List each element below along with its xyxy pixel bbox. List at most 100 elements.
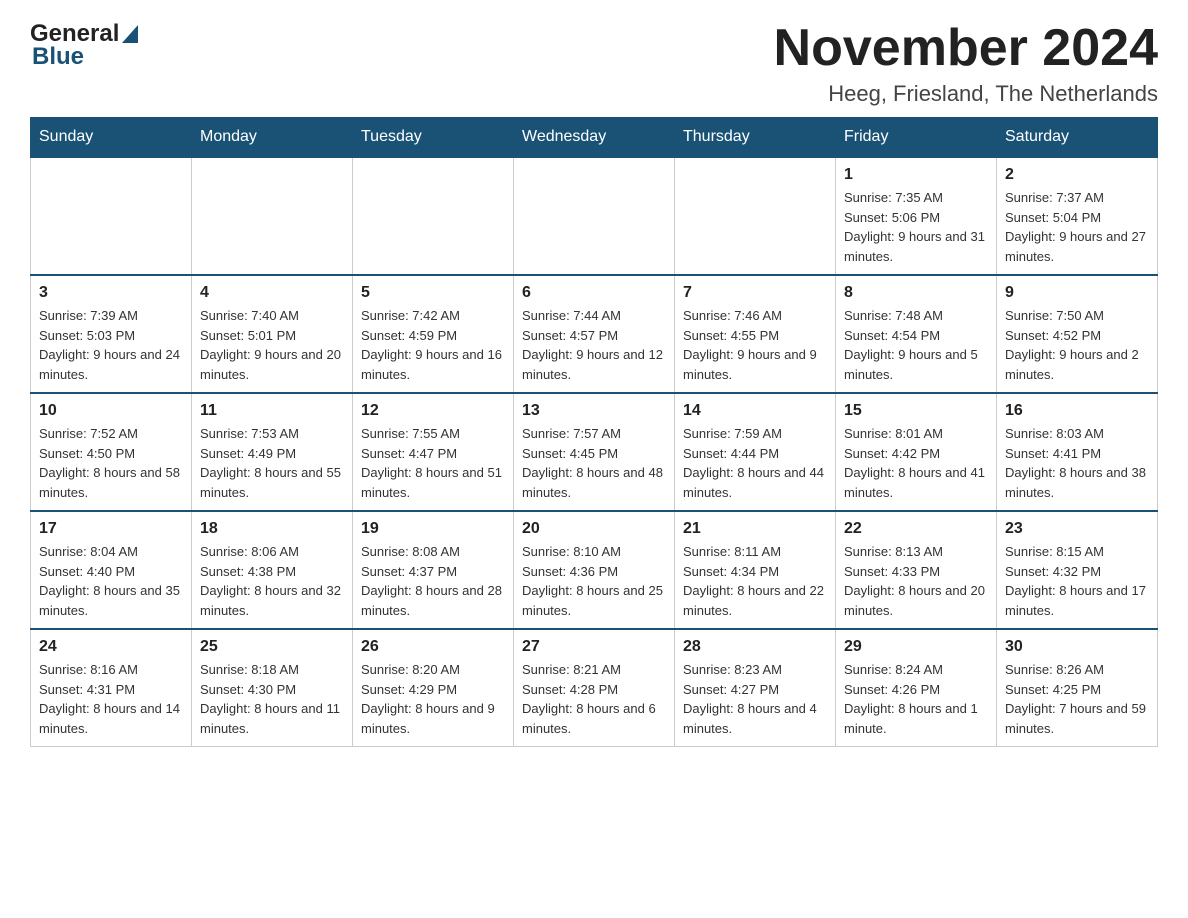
day-info: Sunrise: 7:46 AM Sunset: 4:55 PM Dayligh…: [683, 306, 827, 384]
calendar-week-row: 10 Sunrise: 7:52 AM Sunset: 4:50 PM Dayli…: [31, 393, 1158, 511]
col-saturday: Saturday: [997, 118, 1158, 158]
day-number: 17: [39, 520, 183, 538]
day-info: Sunrise: 8:26 AM Sunset: 4:25 PM Dayligh…: [1005, 660, 1149, 738]
day-info: Sunrise: 8:11 AM Sunset: 4:34 PM Dayligh…: [683, 542, 827, 620]
day-number: 6: [522, 284, 666, 302]
table-row: 19 Sunrise: 8:08 AM Sunset: 4:37 PM Dayli…: [353, 511, 514, 629]
table-row: 21 Sunrise: 8:11 AM Sunset: 4:34 PM Dayli…: [675, 511, 836, 629]
day-info: Sunrise: 7:42 AM Sunset: 4:59 PM Dayligh…: [361, 306, 505, 384]
day-number: 28: [683, 638, 827, 656]
table-row: 24 Sunrise: 8:16 AM Sunset: 4:31 PM Dayli…: [31, 629, 192, 747]
day-info: Sunrise: 8:20 AM Sunset: 4:29 PM Dayligh…: [361, 660, 505, 738]
table-row: 30 Sunrise: 8:26 AM Sunset: 4:25 PM Dayli…: [997, 629, 1158, 747]
day-info: Sunrise: 7:52 AM Sunset: 4:50 PM Dayligh…: [39, 424, 183, 502]
table-row: 13 Sunrise: 7:57 AM Sunset: 4:45 PM Dayli…: [514, 393, 675, 511]
calendar-week-row: 17Sunrise: 8:04 AM Sunset: 4:40 PM Dayli…: [31, 511, 1158, 629]
day-number: 14: [683, 402, 827, 420]
day-number: 1: [844, 166, 988, 184]
day-info: Sunrise: 8:18 AM Sunset: 4:30 PM Dayligh…: [200, 660, 344, 738]
table-row: 23 Sunrise: 8:15 AM Sunset: 4:32 PM Dayli…: [997, 511, 1158, 629]
table-row: 14 Sunrise: 7:59 AM Sunset: 4:44 PM Dayli…: [675, 393, 836, 511]
day-info: Sunrise: 7:48 AM Sunset: 4:54 PM Dayligh…: [844, 306, 988, 384]
day-number: 27: [522, 638, 666, 656]
table-row: 1 Sunrise: 7:35 AM Sunset: 5:06 PM Daylig…: [836, 157, 997, 275]
table-row: 5 Sunrise: 7:42 AM Sunset: 4:59 PM Daylig…: [353, 275, 514, 393]
day-number: 3: [39, 284, 183, 302]
location-subtitle: Heeg, Friesland, The Netherlands: [774, 81, 1158, 107]
day-number: 24: [39, 638, 183, 656]
month-title: November 2024: [774, 20, 1158, 77]
day-info: Sunrise: 8:13 AM Sunset: 4:33 PM Dayligh…: [844, 542, 988, 620]
day-info: Sunrise: 8:10 AM Sunset: 4:36 PM Dayligh…: [522, 542, 666, 620]
table-row: 11 Sunrise: 7:53 AM Sunset: 4:49 PM Dayli…: [192, 393, 353, 511]
calendar-week-row: 3Sunrise: 7:39 AM Sunset: 5:03 PM Daylig…: [31, 275, 1158, 393]
table-row: 12Sunrise: 7:55 AM Sunset: 4:47 PM Dayli…: [353, 393, 514, 511]
table-row: 27 Sunrise: 8:21 AM Sunset: 4:28 PM Dayli…: [514, 629, 675, 747]
table-row: 8Sunrise: 7:48 AM Sunset: 4:54 PM Daylig…: [836, 275, 997, 393]
col-monday: Monday: [192, 118, 353, 158]
day-number: 16: [1005, 402, 1149, 420]
day-number: 5: [361, 284, 505, 302]
day-info: Sunrise: 7:50 AM Sunset: 4:52 PM Dayligh…: [1005, 306, 1149, 384]
table-row: [675, 157, 836, 275]
day-number: 30: [1005, 638, 1149, 656]
day-number: 13: [522, 402, 666, 420]
table-row: 28 Sunrise: 8:23 AM Sunset: 4:27 PM Dayli…: [675, 629, 836, 747]
logo-arrow-icon: [122, 25, 138, 43]
day-number: 18: [200, 520, 344, 538]
col-thursday: Thursday: [675, 118, 836, 158]
day-number: 23: [1005, 520, 1149, 538]
day-info: Sunrise: 8:03 AM Sunset: 4:41 PM Dayligh…: [1005, 424, 1149, 502]
day-number: 9: [1005, 284, 1149, 302]
table-row: 7Sunrise: 7:46 AM Sunset: 4:55 PM Daylig…: [675, 275, 836, 393]
table-row: 16 Sunrise: 8:03 AM Sunset: 4:41 PM Dayli…: [997, 393, 1158, 511]
table-row: 4Sunrise: 7:40 AM Sunset: 5:01 PM Daylig…: [192, 275, 353, 393]
title-section: November 2024 Heeg, Friesland, The Nethe…: [774, 20, 1158, 107]
table-row: [192, 157, 353, 275]
day-number: 15: [844, 402, 988, 420]
day-number: 11: [200, 402, 344, 420]
day-info: Sunrise: 8:15 AM Sunset: 4:32 PM Dayligh…: [1005, 542, 1149, 620]
calendar-header-row: Sunday Monday Tuesday Wednesday Thursday…: [31, 118, 1158, 158]
day-number: 4: [200, 284, 344, 302]
day-number: 26: [361, 638, 505, 656]
table-row: 2Sunrise: 7:37 AM Sunset: 5:04 PM Daylig…: [997, 157, 1158, 275]
day-info: Sunrise: 8:08 AM Sunset: 4:37 PM Dayligh…: [361, 542, 505, 620]
col-friday: Friday: [836, 118, 997, 158]
day-number: 20: [522, 520, 666, 538]
table-row: 29Sunrise: 8:24 AM Sunset: 4:26 PM Dayli…: [836, 629, 997, 747]
table-row: 17Sunrise: 8:04 AM Sunset: 4:40 PM Dayli…: [31, 511, 192, 629]
day-info: Sunrise: 7:59 AM Sunset: 4:44 PM Dayligh…: [683, 424, 827, 502]
day-info: Sunrise: 7:57 AM Sunset: 4:45 PM Dayligh…: [522, 424, 666, 502]
table-row: 25 Sunrise: 8:18 AM Sunset: 4:30 PM Dayli…: [192, 629, 353, 747]
day-number: 21: [683, 520, 827, 538]
day-info: Sunrise: 7:35 AM Sunset: 5:06 PM Dayligh…: [844, 188, 988, 266]
day-number: 22: [844, 520, 988, 538]
table-row: 10 Sunrise: 7:52 AM Sunset: 4:50 PM Dayli…: [31, 393, 192, 511]
calendar-week-row: 1 Sunrise: 7:35 AM Sunset: 5:06 PM Daylig…: [31, 157, 1158, 275]
day-number: 29: [844, 638, 988, 656]
day-info: Sunrise: 8:06 AM Sunset: 4:38 PM Dayligh…: [200, 542, 344, 620]
table-row: 18 Sunrise: 8:06 AM Sunset: 4:38 PM Dayli…: [192, 511, 353, 629]
calendar-table: Sunday Monday Tuesday Wednesday Thursday…: [30, 117, 1158, 747]
logo-blue: Blue: [32, 43, 139, 71]
table-row: [353, 157, 514, 275]
day-number: 19: [361, 520, 505, 538]
day-info: Sunrise: 8:21 AM Sunset: 4:28 PM Dayligh…: [522, 660, 666, 738]
calendar-week-row: 24 Sunrise: 8:16 AM Sunset: 4:31 PM Dayli…: [31, 629, 1158, 747]
table-row: 26 Sunrise: 8:20 AM Sunset: 4:29 PM Dayli…: [353, 629, 514, 747]
day-info: Sunrise: 7:53 AM Sunset: 4:49 PM Dayligh…: [200, 424, 344, 502]
table-row: 22 Sunrise: 8:13 AM Sunset: 4:33 PM Dayli…: [836, 511, 997, 629]
table-row: 9 Sunrise: 7:50 AM Sunset: 4:52 PM Daylig…: [997, 275, 1158, 393]
day-number: 25: [200, 638, 344, 656]
table-row: 20 Sunrise: 8:10 AM Sunset: 4:36 PM Dayli…: [514, 511, 675, 629]
day-info: Sunrise: 8:16 AM Sunset: 4:31 PM Dayligh…: [39, 660, 183, 738]
col-sunday: Sunday: [31, 118, 192, 158]
table-row: 6Sunrise: 7:44 AM Sunset: 4:57 PM Daylig…: [514, 275, 675, 393]
day-number: 10: [39, 402, 183, 420]
day-info: Sunrise: 8:01 AM Sunset: 4:42 PM Dayligh…: [844, 424, 988, 502]
col-wednesday: Wednesday: [514, 118, 675, 158]
day-info: Sunrise: 8:23 AM Sunset: 4:27 PM Dayligh…: [683, 660, 827, 738]
logo: General Blue: [30, 20, 139, 71]
day-number: 12: [361, 402, 505, 420]
